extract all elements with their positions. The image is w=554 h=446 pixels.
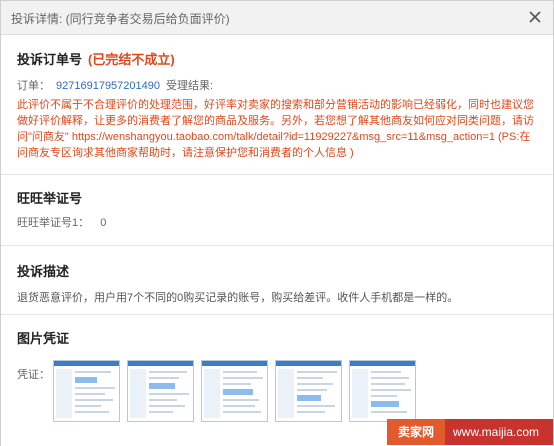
evidence-thumbnail-5[interactable] bbox=[349, 360, 416, 422]
evidence-thumbnail-1[interactable] bbox=[53, 360, 120, 422]
close-icon[interactable] bbox=[527, 9, 543, 25]
description-section: 投诉描述 退货恶意评价，用户用7个不同的0购买记录的账号，购买给差评。收件人手机… bbox=[1, 247, 553, 315]
wangwang-evidence-value: 0 bbox=[100, 217, 107, 229]
wangwang-evidence-row: 旺旺举证号1： 0 bbox=[17, 214, 106, 230]
evidence-thumbnail-4[interactable] bbox=[275, 360, 342, 422]
site-watermark: 卖家网 www.maijia.com bbox=[387, 419, 553, 445]
order-label: 订单： bbox=[17, 80, 50, 92]
order-section: 投诉订单号 (已完结不成立) 订单： 92716917957201490 受理结果: … bbox=[1, 35, 553, 175]
description-text: 退货恶意评价，用户用7个不同的0购买记录的账号，购买给差评。收件人手机都是一样的… bbox=[17, 292, 459, 304]
dialog-title: 投诉详情: (同行竞争者交易后给负面评价) bbox=[11, 12, 230, 26]
image-section-title: 图片凭证 bbox=[17, 331, 70, 346]
watermark-logo: 卖家网 bbox=[387, 419, 445, 445]
complaint-status-badge: (已完结不成立) bbox=[88, 52, 175, 67]
description-section-title: 投诉描述 bbox=[17, 264, 70, 279]
dialog-titlebar: 投诉详情: (同行竞争者交易后给负面评价) bbox=[1, 1, 553, 35]
wangwang-section-title: 旺旺举证号 bbox=[17, 191, 83, 206]
order-row: 订单： 92716917957201490 受理结果: bbox=[17, 77, 213, 93]
order-title-text: 投诉订单号 bbox=[17, 52, 83, 67]
result-notice: 此评价不属于不合理评价的处理范围，好评率对卖家的搜索和部分营销活动的影响已经弱化… bbox=[17, 99, 534, 159]
evidence-thumbnail-3[interactable] bbox=[201, 360, 268, 422]
watermark-url: www.maijia.com bbox=[453, 425, 540, 439]
evidence-label: 凭证： bbox=[17, 369, 50, 381]
wangwang-section: 旺旺举证号 旺旺举证号1： 0 bbox=[1, 176, 553, 246]
wangwang-evidence-label: 旺旺举证号1： bbox=[17, 217, 90, 229]
order-section-title: 投诉订单号 (已完结不成立) bbox=[17, 49, 175, 68]
complaint-detail-dialog: 投诉详情: (同行竞争者交易后给负面评价) 投诉订单号 (已完结不成立) 订单： 9… bbox=[0, 0, 554, 446]
result-label: 受理结果: bbox=[166, 80, 214, 92]
evidence-thumbnail-2[interactable] bbox=[127, 360, 194, 422]
order-number-link[interactable]: 92716917957201490 bbox=[56, 80, 160, 92]
